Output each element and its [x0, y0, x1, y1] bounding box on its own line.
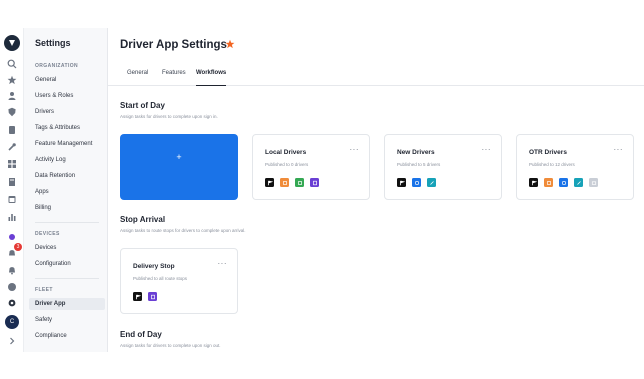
workflow-card-subtitle: Published to all route stops: [133, 276, 188, 281]
tab-bar: General Features Workflows: [108, 64, 644, 86]
sidebar-title: Settings: [35, 38, 71, 48]
sidebar-divider: [35, 278, 99, 279]
sidebar-item-tags-attributes[interactable]: Tags & Attributes: [29, 122, 105, 134]
document-icon[interactable]: [5, 123, 19, 137]
more-options-icon[interactable]: ···: [350, 146, 360, 154]
sidebar-item-feature-management[interactable]: Feature Management: [29, 138, 105, 150]
book-icon[interactable]: [5, 175, 19, 189]
sidebar-item-compliance[interactable]: Compliance: [29, 330, 105, 342]
page-title: Driver App Settings: [120, 39, 227, 51]
sidebar-divider: [35, 222, 99, 223]
gear-icon[interactable]: [5, 296, 19, 310]
task-icon-list: [397, 178, 436, 187]
grid-icon[interactable]: [5, 157, 19, 171]
form-task-icon: [148, 292, 157, 301]
task-icon-list: [133, 292, 157, 301]
edit-task-icon: [574, 178, 583, 187]
section-title-stop-arrival: Stop Arrival: [120, 215, 166, 224]
settings-sidebar: Settings ORGANIZATION General Users & Ro…: [24, 28, 108, 352]
search-icon[interactable]: [5, 57, 19, 71]
help-icon[interactable]: [5, 280, 19, 294]
sidebar-item-devices[interactable]: Devices: [29, 242, 105, 254]
task-icon-list: [529, 178, 598, 187]
wrench-icon[interactable]: [5, 140, 19, 154]
clock-task-icon: [412, 178, 421, 187]
tab-workflows[interactable]: Workflows: [196, 70, 227, 86]
document-task-icon: [544, 178, 553, 187]
more-options-icon[interactable]: ···: [218, 260, 228, 268]
section-label-devices: DEVICES: [35, 231, 60, 237]
workflow-card-subtitle: Published to 0 drivers: [265, 162, 309, 167]
form-task-icon: [310, 178, 319, 187]
logo-icon[interactable]: [4, 35, 20, 51]
sidebar-item-activity-log[interactable]: Activity Log: [29, 154, 105, 166]
bottom-fade: [0, 352, 644, 379]
chart-icon[interactable]: [5, 210, 19, 224]
workflow-card-subtitle: Published to 5 drivers: [397, 162, 441, 167]
sidebar-item-general[interactable]: General: [29, 74, 105, 86]
users-icon[interactable]: [5, 89, 19, 103]
task-icon-list: [265, 178, 319, 187]
sidebar-item-configuration[interactable]: Configuration: [29, 258, 105, 270]
sidebar-item-users-roles[interactable]: Users & Roles: [29, 90, 105, 102]
flag-icon: [265, 178, 274, 187]
checklist-task-icon: [295, 178, 304, 187]
tab-features[interactable]: Features: [162, 70, 186, 86]
notification-badge: 3: [14, 243, 22, 251]
photo-task-icon: [589, 178, 598, 187]
sidebar-item-billing[interactable]: Billing: [29, 202, 105, 214]
main-content: Driver App Settings General Features Wor…: [108, 28, 644, 352]
clock-task-icon: [559, 178, 568, 187]
tab-general[interactable]: General: [127, 70, 148, 86]
plus-icon: +: [176, 152, 182, 162]
section-title-end-of-day: End of Day: [120, 330, 162, 339]
workflow-card-title: New Drivers: [397, 149, 435, 156]
section-label-fleet: FLEET: [35, 287, 53, 293]
dot-icon[interactable]: [5, 230, 19, 244]
sidebar-item-safety[interactable]: Safety: [29, 314, 105, 326]
avatar[interactable]: C: [5, 315, 19, 329]
sidebar-item-drivers[interactable]: Drivers: [29, 106, 105, 118]
bell-icon[interactable]: 3: [5, 243, 22, 260]
section-title-start-of-day: Start of Day: [120, 101, 165, 110]
bell-icon[interactable]: [5, 263, 19, 277]
sidebar-item-data-retention[interactable]: Data Retention: [29, 170, 105, 182]
workflow-card-otr-drivers[interactable]: OTR Drivers Published to 12 drivers ···: [516, 134, 634, 200]
favorite-star-icon[interactable]: [225, 39, 235, 49]
more-options-icon[interactable]: ···: [614, 146, 624, 154]
more-options-icon[interactable]: ···: [482, 146, 492, 154]
section-subtitle-end-of-day: Assign tasks for drivers to complete upo…: [120, 343, 221, 348]
flag-icon: [397, 178, 406, 187]
icon-rail: 3 C: [0, 28, 24, 352]
sidebar-item-apps[interactable]: Apps: [29, 186, 105, 198]
star-icon[interactable]: [5, 73, 19, 87]
section-label-organization: ORGANIZATION: [35, 63, 79, 69]
workflow-card-delivery-stop[interactable]: Delivery Stop Published to all route sto…: [120, 248, 238, 314]
calendar-icon[interactable]: [5, 192, 19, 206]
workflow-card-title: OTR Drivers: [529, 149, 567, 156]
workflow-card-subtitle: Published to 12 drivers: [529, 162, 575, 167]
sidebar-item-driver-app[interactable]: Driver App: [29, 298, 105, 310]
chevron-right-icon[interactable]: [5, 334, 19, 348]
flag-icon: [133, 292, 142, 301]
section-subtitle-start-of-day: Assign tasks for drivers to complete upo…: [120, 114, 218, 119]
section-subtitle-stop-arrival: Assign tasks to route stops for drivers …: [120, 228, 246, 233]
workflow-card-new-drivers[interactable]: New Drivers Published to 5 drivers ···: [384, 134, 502, 200]
document-task-icon: [280, 178, 289, 187]
shield-icon[interactable]: [5, 105, 19, 119]
workflow-card-title: Delivery Stop: [133, 263, 175, 270]
flag-icon: [529, 178, 538, 187]
workflow-card-title: Local Drivers: [265, 149, 307, 156]
edit-task-icon: [427, 178, 436, 187]
create-workflow-button[interactable]: +: [120, 134, 238, 200]
workflow-card-local-drivers[interactable]: Local Drivers Published to 0 drivers ···: [252, 134, 370, 200]
